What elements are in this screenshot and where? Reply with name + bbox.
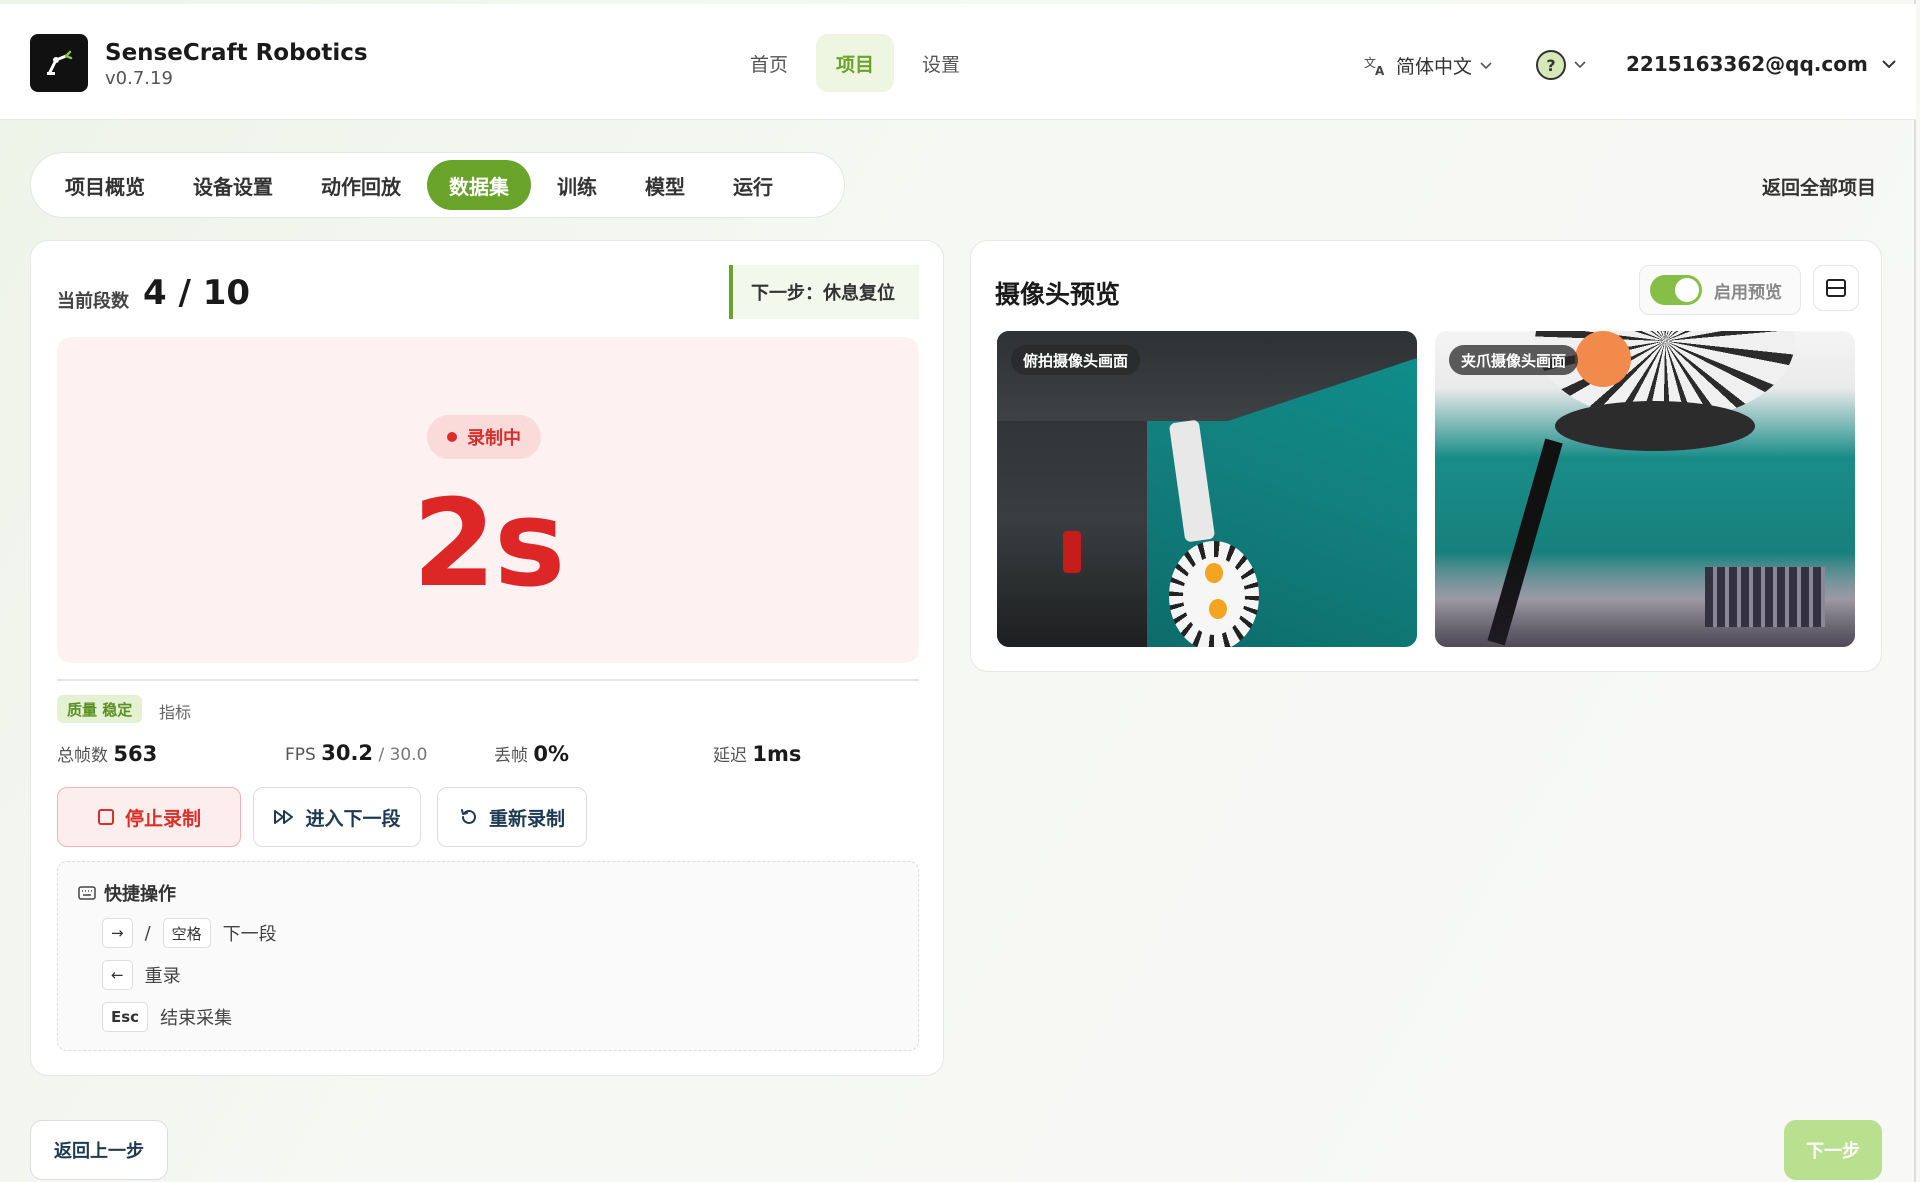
next-segment-button[interactable]: 进入下一段 (253, 787, 421, 847)
chevron-down-icon (1882, 59, 1896, 68)
egg-image (1209, 599, 1227, 619)
shortcut-desc: 结束采集 (160, 1008, 233, 1029)
stat-total-frames: 总帧数 563 (57, 741, 157, 766)
stat-label: 丢帧 (494, 746, 528, 766)
help-icon: ? (1536, 50, 1566, 80)
language-switcher[interactable]: 文 A 简体中文 (1364, 52, 1492, 79)
stat-value: 1ms (752, 742, 802, 766)
divider (57, 679, 919, 681)
rerecord-button[interactable]: 重新录制 (437, 787, 587, 847)
recording-dot-icon (447, 432, 457, 442)
layout-toggle-button[interactable] (1813, 265, 1859, 311)
rerecord-label: 重新录制 (488, 807, 565, 830)
rotate-ccw-icon (460, 809, 476, 824)
segment-value: 4 / 10 (143, 273, 251, 313)
translate-icon: 文 A (1364, 55, 1385, 77)
stop-recording-button[interactable]: 停止录制 (57, 787, 241, 847)
tab-action-replay[interactable]: 动作回放 (299, 160, 423, 210)
segment-label: 当前段数 (57, 291, 129, 312)
brand-name: SenseCraft Robotics (105, 40, 368, 66)
stat-label: 总帧数 (57, 746, 108, 766)
shortcut-row-next: → / 空格 下一段 (102, 918, 277, 948)
overhead-camera-view: 俯拍摄像头画面 (997, 331, 1417, 647)
top-nav: 首页 项目 设置 (730, 34, 980, 92)
project-tabs: 项目概览 设备设置 动作回放 数据集 训练 模型 运行 (30, 152, 845, 218)
scene-object (1555, 401, 1755, 451)
recording-status-text: 录制中 (467, 428, 521, 449)
stat-value: 0% (533, 742, 570, 766)
metrics-label: 指标 (159, 703, 192, 722)
chevron-down-icon (1480, 61, 1492, 69)
shortcuts-title-text: 快捷操作 (104, 884, 176, 905)
camera-preview-title: 摄像头预览 (995, 280, 1121, 309)
tab-device-settings[interactable]: 设备设置 (171, 160, 295, 210)
tab-model[interactable]: 模型 (623, 160, 707, 210)
stat-dropped-frames: 丢帧 0% (494, 741, 569, 766)
recording-timer-area: 录制中 2s (57, 337, 919, 663)
stat-label: 延迟 (713, 746, 747, 766)
plate-image (1169, 541, 1259, 647)
stop-recording-label: 停止录制 (124, 807, 201, 830)
user-email: 2215163362@qq.com (1626, 52, 1868, 76)
scene-object (1575, 331, 1631, 387)
egg-image (1205, 563, 1223, 583)
nav-home[interactable]: 首页 (730, 34, 808, 92)
recording-status-badge: 录制中 (427, 415, 541, 459)
camera-preview-panel: 摄像头预览 启用预览 俯拍摄像头画面 夹爪摄像头画面 (970, 240, 1882, 672)
stat-label: FPS (285, 745, 316, 765)
back-to-all-projects-link[interactable]: 返回全部项目 (1762, 173, 1876, 200)
keyboard-image (1705, 567, 1825, 627)
next-segment-label: 进入下一段 (305, 807, 401, 830)
recording-timer: 2s (412, 475, 566, 614)
camera-label: 夹爪摄像头画面 (1449, 345, 1579, 375)
brand-version: v0.7.19 (105, 68, 173, 89)
key-esc: Esc (102, 1002, 149, 1032)
toggle-label: 启用预览 (1714, 282, 1782, 303)
fast-forward-icon (274, 810, 294, 824)
shortcut-separator: / (144, 922, 151, 944)
stat-latency: 延迟 1ms (713, 741, 801, 766)
user-menu[interactable]: 2215163362@qq.com (1626, 52, 1896, 76)
key-right-arrow: → (102, 918, 133, 948)
keyboard-icon (78, 886, 96, 900)
top-header: SenseCraft Robotics v0.7.19 首页 项目 设置 文 A… (0, 4, 1916, 120)
gripper-camera-view: 夹爪摄像头画面 (1435, 331, 1855, 647)
robot-arm-icon (47, 50, 73, 75)
tab-dataset[interactable]: 数据集 (427, 160, 531, 210)
camera-label: 俯拍摄像头画面 (1011, 345, 1141, 375)
language-label: 简体中文 (1396, 56, 1473, 78)
layout-split-icon (1826, 279, 1846, 297)
brand-logo[interactable] (30, 34, 88, 92)
recording-panel: 当前段数 4 / 10 下一步：休息复位 录制中 2s 质量 稳定 指标 总帧数… (30, 240, 944, 1076)
back-button[interactable]: 返回上一步 (30, 1120, 168, 1180)
nav-settings[interactable]: 设置 (902, 34, 980, 92)
enable-preview-toggle[interactable]: 启用预览 (1639, 265, 1801, 315)
chevron-down-icon (1574, 61, 1586, 69)
tab-overview[interactable]: 项目概览 (43, 160, 167, 210)
stat-fps: FPS 30.2 / 30.0 (285, 741, 427, 765)
next-button[interactable]: 下一步 (1784, 1120, 1882, 1180)
shortcut-desc: 下一段 (222, 924, 277, 945)
stat-value: 30.2 (321, 741, 374, 765)
shortcuts-title: 快捷操作 (78, 880, 176, 906)
help-menu[interactable]: ? (1536, 50, 1586, 80)
next-step-hint: 下一步：休息复位 (729, 265, 919, 319)
key-space: 空格 (162, 918, 211, 948)
stat-target: / 30.0 (378, 745, 428, 765)
tab-training[interactable]: 训练 (535, 160, 619, 210)
shortcut-desc: 重录 (144, 966, 181, 987)
toggle-switch[interactable] (1650, 275, 1702, 305)
stop-square-icon (97, 809, 114, 825)
robot-arm-image (1168, 419, 1216, 543)
svg-text:A: A (1375, 64, 1385, 77)
key-left-arrow: ← (102, 960, 133, 990)
shortcuts-panel: 快捷操作 → / 空格 下一段 ← 重录 Esc 结束采集 (57, 861, 919, 1051)
stat-value: 563 (113, 742, 158, 766)
scene-object (1063, 531, 1081, 573)
nav-projects[interactable]: 项目 (816, 34, 895, 92)
tab-run[interactable]: 运行 (711, 160, 795, 210)
quality-badge: 质量 稳定 (57, 695, 143, 723)
shortcut-row-redo: ← 重录 (102, 960, 181, 990)
shortcut-row-end: Esc 结束采集 (102, 1002, 232, 1032)
